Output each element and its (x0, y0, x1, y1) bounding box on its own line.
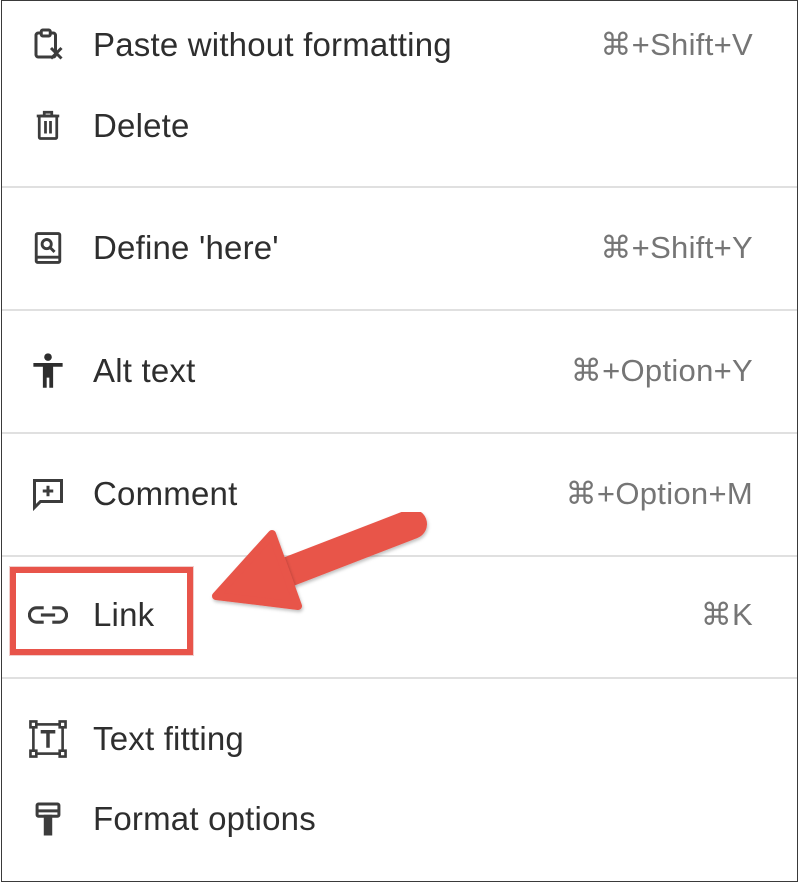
menu-divider (2, 555, 797, 557)
menu-item-label: Paste without formatting (93, 26, 452, 63)
highlight-box (10, 567, 193, 655)
menu-item-label: Comment (93, 475, 238, 512)
paste-without-formatting-icon (28, 25, 68, 65)
menu-item-label: Format options (93, 800, 316, 837)
menu-divider (2, 309, 797, 311)
menu-item-format-options[interactable]: Format options (2, 779, 797, 859)
menu-item-label: Text fitting (93, 720, 244, 757)
add-comment-icon (28, 474, 68, 514)
menu-item-delete[interactable]: Delete (2, 86, 797, 166)
menu-item-paste-without-formatting[interactable]: Paste without formatting ⌘+Shift+V (2, 5, 797, 85)
menu-item-shortcut: ⌘K (700, 597, 753, 632)
menu-item-label: Delete (93, 107, 190, 144)
menu-divider (2, 432, 797, 434)
trash-icon (28, 106, 68, 146)
menu-item-alt-text[interactable]: Alt text ⌘+Option+Y (2, 331, 797, 411)
format-paint-icon (28, 799, 68, 839)
menu-item-label: Define 'here' (93, 229, 279, 266)
menu-item-define[interactable]: Define 'here' ⌘+Shift+Y (2, 208, 797, 288)
dictionary-icon (28, 228, 68, 268)
menu-divider (2, 186, 797, 188)
menu-divider (2, 677, 797, 679)
text-fitting-icon (28, 719, 68, 759)
menu-item-shortcut: ⌘+Option+Y (570, 353, 753, 388)
menu-item-shortcut: ⌘+Shift+V (600, 27, 753, 62)
accessibility-icon (28, 351, 68, 391)
menu-item-text-fitting[interactable]: Text fitting (2, 699, 797, 779)
menu-item-comment[interactable]: Comment ⌘+Option+M (2, 454, 797, 534)
menu-item-label: Alt text (93, 352, 196, 389)
menu-item-shortcut: ⌘+Option+M (565, 476, 753, 511)
menu-item-shortcut: ⌘+Shift+Y (600, 230, 753, 265)
context-menu: Paste without formatting ⌘+Shift+V Delet… (1, 0, 798, 882)
